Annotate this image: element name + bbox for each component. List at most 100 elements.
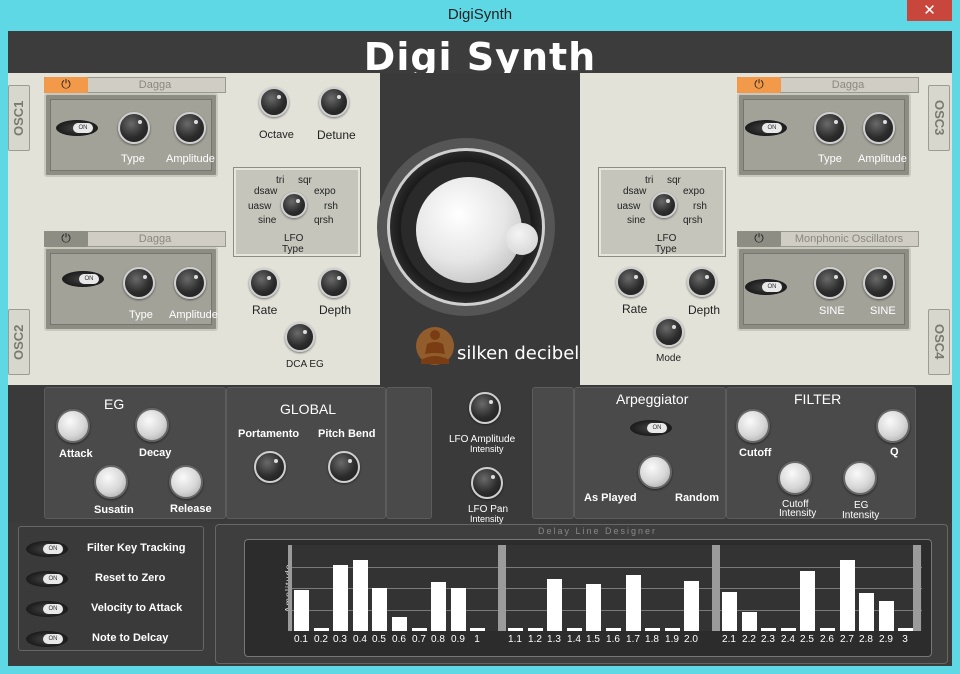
option-toggle-0[interactable]: ON [26, 541, 68, 557]
octave-knob[interactable] [259, 87, 289, 117]
delay-bar-1[interactable] [470, 628, 485, 631]
close-button[interactable]: ✕ [907, 0, 952, 21]
osc1-amplitude-knob[interactable] [174, 112, 206, 144]
right-depth-knob[interactable] [687, 267, 717, 297]
release-knob[interactable] [169, 465, 203, 499]
q-knob[interactable] [876, 409, 910, 443]
osc4-sine-knob-1[interactable] [814, 267, 846, 299]
mode-knob[interactable] [654, 317, 684, 347]
r-wave-sine[interactable]: sine [627, 215, 645, 226]
delay-bar-2.5[interactable] [800, 571, 815, 631]
delay-bar-1.3[interactable] [547, 579, 562, 631]
delay-bar-2.7[interactable] [840, 560, 855, 631]
r-wave-expo[interactable]: expo [683, 186, 705, 197]
delay-chart[interactable] [288, 545, 922, 631]
lfo-pan-intensity-knob[interactable] [471, 467, 503, 499]
delay-bar-2.0[interactable] [684, 581, 699, 631]
r-wave-qrsh[interactable]: qrsh [683, 215, 702, 226]
tab-osc2[interactable]: OSC2 [8, 309, 30, 375]
osc4-toggle[interactable]: ON [745, 279, 787, 295]
delay-bar-1.9[interactable] [665, 628, 680, 631]
delay-bar-2.8[interactable] [859, 593, 874, 631]
pitch-bend-knob[interactable] [328, 451, 360, 483]
delay-bar-0.6[interactable] [392, 617, 407, 631]
delay-bar-0.5[interactable] [372, 588, 387, 631]
lfo-amplitude-intensity-knob[interactable] [469, 392, 501, 424]
wave-dsaw[interactable]: dsaw [254, 186, 277, 197]
delay-bar-1.8[interactable] [645, 628, 660, 631]
delay-bar-2.2[interactable] [742, 612, 757, 631]
delay-bar-1.5[interactable] [586, 584, 601, 631]
osc1-type-knob[interactable] [118, 112, 150, 144]
arpeggiator-mode-knob[interactable] [638, 455, 672, 489]
wave-uasw[interactable]: uasw [248, 201, 271, 212]
option-toggle-2[interactable]: ON [26, 601, 68, 617]
delay-bar-0.2[interactable] [314, 628, 329, 631]
option-toggle-1[interactable]: ON [26, 571, 68, 587]
osc4-power-button[interactable]: ⏻ [737, 231, 781, 247]
dca-eg-label: DCA EG [286, 359, 324, 370]
wave-sine[interactable]: sine [258, 215, 276, 226]
osc1-toggle[interactable]: ON [56, 120, 98, 136]
osc1-power-button[interactable]: ⏻ [44, 77, 88, 93]
wave-rsh[interactable]: rsh [324, 201, 338, 212]
r-wave-rsh[interactable]: rsh [693, 201, 707, 212]
r-wave-dsaw[interactable]: dsaw [623, 186, 646, 197]
delay-bar-2.6[interactable] [820, 628, 835, 631]
eg-intensity-knob[interactable] [843, 461, 877, 495]
cutoff-intensity-knob[interactable] [778, 461, 812, 495]
tab-osc4[interactable]: OSC4 [928, 309, 950, 375]
cutoff-knob[interactable] [736, 409, 770, 443]
tab-osc3[interactable]: OSC3 [928, 85, 950, 151]
wave-expo[interactable]: expo [314, 186, 336, 197]
dca-eg-knob[interactable] [285, 322, 315, 352]
r-wave-tri[interactable]: tri [645, 175, 653, 186]
delay-bar-2.4[interactable] [781, 628, 796, 631]
delay-bar-0.7[interactable] [412, 628, 427, 631]
wave-tri[interactable]: tri [276, 175, 284, 186]
delay-bar-1.1[interactable] [508, 628, 523, 631]
delay-bar-0.9[interactable] [451, 588, 466, 631]
osc2-amplitude-knob[interactable] [174, 267, 206, 299]
osc3-power-button[interactable]: ⏻ [737, 77, 781, 93]
delay-bar-0.1[interactable] [294, 590, 309, 631]
mode-label: Mode [656, 353, 682, 364]
attack-knob[interactable] [56, 409, 90, 443]
wave-qrsh[interactable]: qrsh [314, 215, 333, 226]
arpeggiator-toggle[interactable]: ON [630, 420, 672, 436]
r-wave-sqr[interactable]: sqr [667, 175, 681, 186]
osc2-power-button[interactable]: ⏻ [44, 231, 88, 247]
sustain-knob[interactable] [94, 465, 128, 499]
tab-osc1[interactable]: OSC1 [8, 85, 30, 151]
delay-bar-3[interactable] [898, 628, 913, 631]
delay-bar-1.7[interactable] [626, 575, 641, 631]
master-dial[interactable] [377, 138, 555, 316]
delay-bar-2.1[interactable] [722, 592, 737, 631]
delay-bar-2.3[interactable] [761, 628, 776, 631]
osc3-type-knob[interactable] [814, 112, 846, 144]
delay-bar-1.2[interactable] [528, 628, 543, 631]
delay-bar-1.4[interactable] [567, 628, 582, 631]
delay-bar-2.9[interactable] [879, 601, 894, 631]
x-tick-label: 2.5 [800, 634, 814, 645]
right-rate-knob[interactable] [616, 267, 646, 297]
left-depth-knob[interactable] [319, 268, 349, 298]
portamento-knob[interactable] [254, 451, 286, 483]
detune-knob[interactable] [319, 87, 349, 117]
delay-bar-0.4[interactable] [353, 560, 368, 631]
osc3-toggle[interactable]: ON [745, 120, 787, 136]
osc3-amplitude-knob[interactable] [863, 112, 895, 144]
delay-bar-1.6[interactable] [606, 628, 621, 631]
right-lfo-type-knob[interactable] [651, 192, 677, 218]
wave-sqr[interactable]: sqr [298, 175, 312, 186]
r-wave-uasw[interactable]: uasw [617, 201, 640, 212]
delay-bar-0.8[interactable] [431, 582, 446, 631]
osc2-toggle[interactable]: ON [62, 271, 104, 287]
delay-bar-0.3[interactable] [333, 565, 348, 631]
decay-knob[interactable] [135, 408, 169, 442]
osc2-type-knob[interactable] [123, 267, 155, 299]
option-toggle-3[interactable]: ON [26, 631, 68, 647]
left-rate-knob[interactable] [249, 268, 279, 298]
left-lfo-type-knob[interactable] [281, 192, 307, 218]
osc4-sine-knob-2[interactable] [863, 267, 895, 299]
